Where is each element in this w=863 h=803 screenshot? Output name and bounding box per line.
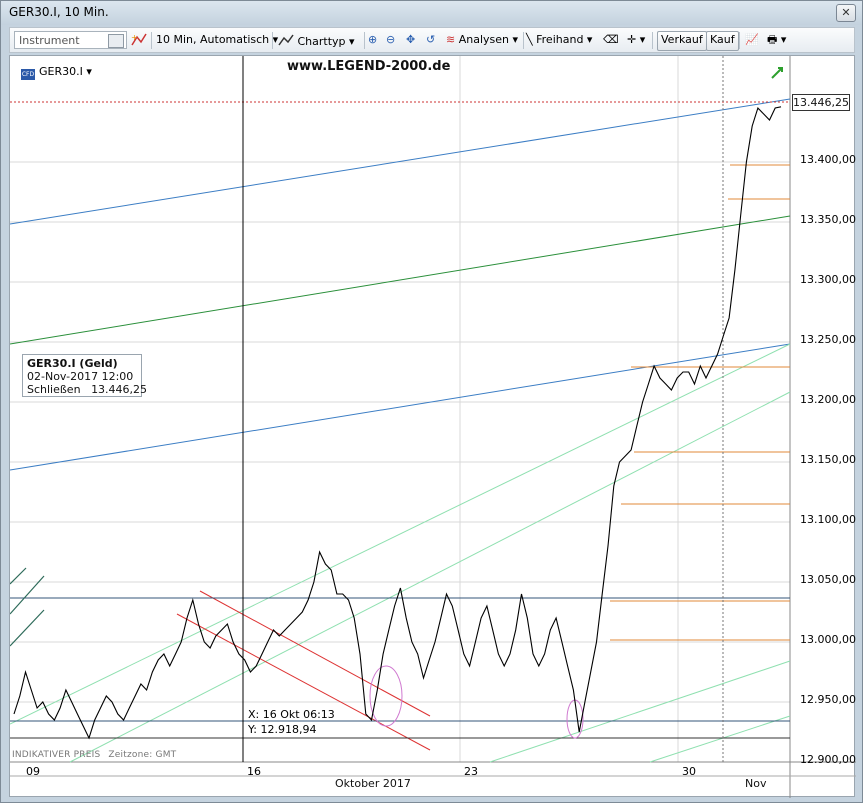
interval-select[interactable]: 10 Min, Automatisch ▾ (156, 31, 278, 49)
y-tick: 13.050,00 (800, 573, 856, 586)
instrument-placeholder: Instrument (19, 34, 80, 47)
channel-line (649, 715, 791, 763)
y-tick: 13.100,00 (800, 513, 856, 526)
zoom-out-icon[interactable]: ⊖ (386, 31, 395, 49)
info-title: GER30.I (Geld) (27, 357, 118, 370)
diagonal-marker (10, 609, 45, 647)
eraser-icon[interactable]: ⌫ (603, 31, 619, 49)
month2-label: Nov (745, 777, 767, 790)
y-tick: 13.400,00 (800, 153, 856, 166)
verkauf-button[interactable]: Verkauf (657, 31, 707, 51)
close-icon[interactable]: ✕ (836, 4, 856, 22)
info-datetime: 02-Nov-2017 12:00 (27, 370, 134, 383)
info-close-label: Schließen (27, 383, 81, 396)
y-tick: 13.350,00 (800, 213, 856, 226)
channel-line (69, 391, 791, 763)
month-label: Oktober 2017 (335, 777, 411, 790)
trendline-green (10, 215, 791, 345)
analysen-menu[interactable]: ≋ Analysen ▾ (446, 31, 518, 49)
chart-window-icon[interactable]: 📈 (745, 31, 759, 49)
zoom-in-icon[interactable]: ⊕ (368, 31, 377, 49)
x-tick: 23 (464, 765, 478, 778)
channel-line (489, 660, 791, 763)
analysen-label: Analysen (458, 33, 509, 46)
line-draw-icon: ╲ (526, 33, 533, 46)
price-chart[interactable] (10, 56, 856, 798)
y-tick: 12.950,00 (800, 693, 856, 706)
symbol-label: GER30.I (39, 65, 83, 78)
mode-label: Automatisch (200, 33, 270, 46)
price-series-line (13, 106, 782, 740)
channel-line (10, 343, 791, 725)
indicative-label: INDIKATIVER PREIS (12, 750, 101, 760)
window-title: GER30.I, 10 Min. (9, 5, 109, 19)
svg-text:+: + (131, 33, 138, 42)
indicator-icon[interactable]: + (130, 31, 148, 49)
kauf-button[interactable]: Kauf (706, 31, 739, 51)
trend-arrow-icon (771, 67, 783, 79)
highlight-ellipse (566, 699, 584, 739)
instrument-list-icon[interactable] (108, 34, 124, 48)
reset-icon[interactable]: ↺ (426, 31, 435, 49)
timezone-label: Zeitzone: GMT (108, 750, 177, 760)
last-price-tag: 13.446,25 (792, 94, 850, 111)
chart-plot-area[interactable]: CFD GER30.I ▾ www.LEGEND-2000.de GER30.I … (9, 55, 856, 798)
highlight-ellipse (369, 665, 403, 727)
watermark: www.LEGEND-2000.de (287, 59, 451, 74)
chart-window: GER30.I, 10 Min. ✕ Instrument + 10 Min, … (0, 0, 863, 803)
y-tick: 12.900,00 (800, 753, 856, 766)
y-tick: 13.200,00 (800, 393, 856, 406)
charttype-label: Charttyp (297, 35, 346, 48)
analysen-icon: ≋ (446, 33, 456, 46)
x-tick: 09 (26, 765, 40, 778)
red-channel-upper (199, 590, 431, 717)
freihand-label: Freihand (536, 33, 584, 46)
symbol-selector[interactable]: CFD GER30.I ▾ (21, 65, 92, 80)
y-tick: 13.000,00 (800, 633, 856, 646)
x-tick: 16 (247, 765, 261, 778)
info-close-value: 13.446,25 (91, 383, 148, 396)
title-bar: GER30.I, 10 Min. ✕ (1, 1, 862, 25)
instrument-input[interactable]: Instrument (14, 31, 127, 49)
x-tick: 30 (682, 765, 696, 778)
crosshair-x-readout: X: 16 Okt 06:13 (248, 708, 335, 721)
freihand-menu[interactable]: ╲ Freihand ▾ (526, 31, 592, 49)
y-tick: 13.250,00 (800, 333, 856, 346)
crosshair-y-readout: Y: 12.918,94 (248, 723, 317, 736)
cfd-logo-icon: CFD (21, 69, 35, 80)
crosshair-icon[interactable]: ✛ ▾ (627, 31, 645, 49)
charttype-menu[interactable]: Charttyp ▾ (278, 31, 355, 49)
y-tick: 13.150,00 (800, 453, 856, 466)
print-icon[interactable]: 🖶 ▾ (767, 31, 786, 49)
toolbar: Instrument + 10 Min, Automatisch ▾ Chart… (9, 27, 855, 53)
footer-note: INDIKATIVER PREIS Zeitzone: GMT (12, 750, 184, 760)
y-tick: 13.300,00 (800, 273, 856, 286)
info-box: GER30.I (Geld) 02-Nov-2017 12:00 Schließ… (22, 354, 147, 397)
interval-label: 10 Min, (156, 33, 197, 46)
pan-icon[interactable]: ✥ (406, 31, 415, 49)
